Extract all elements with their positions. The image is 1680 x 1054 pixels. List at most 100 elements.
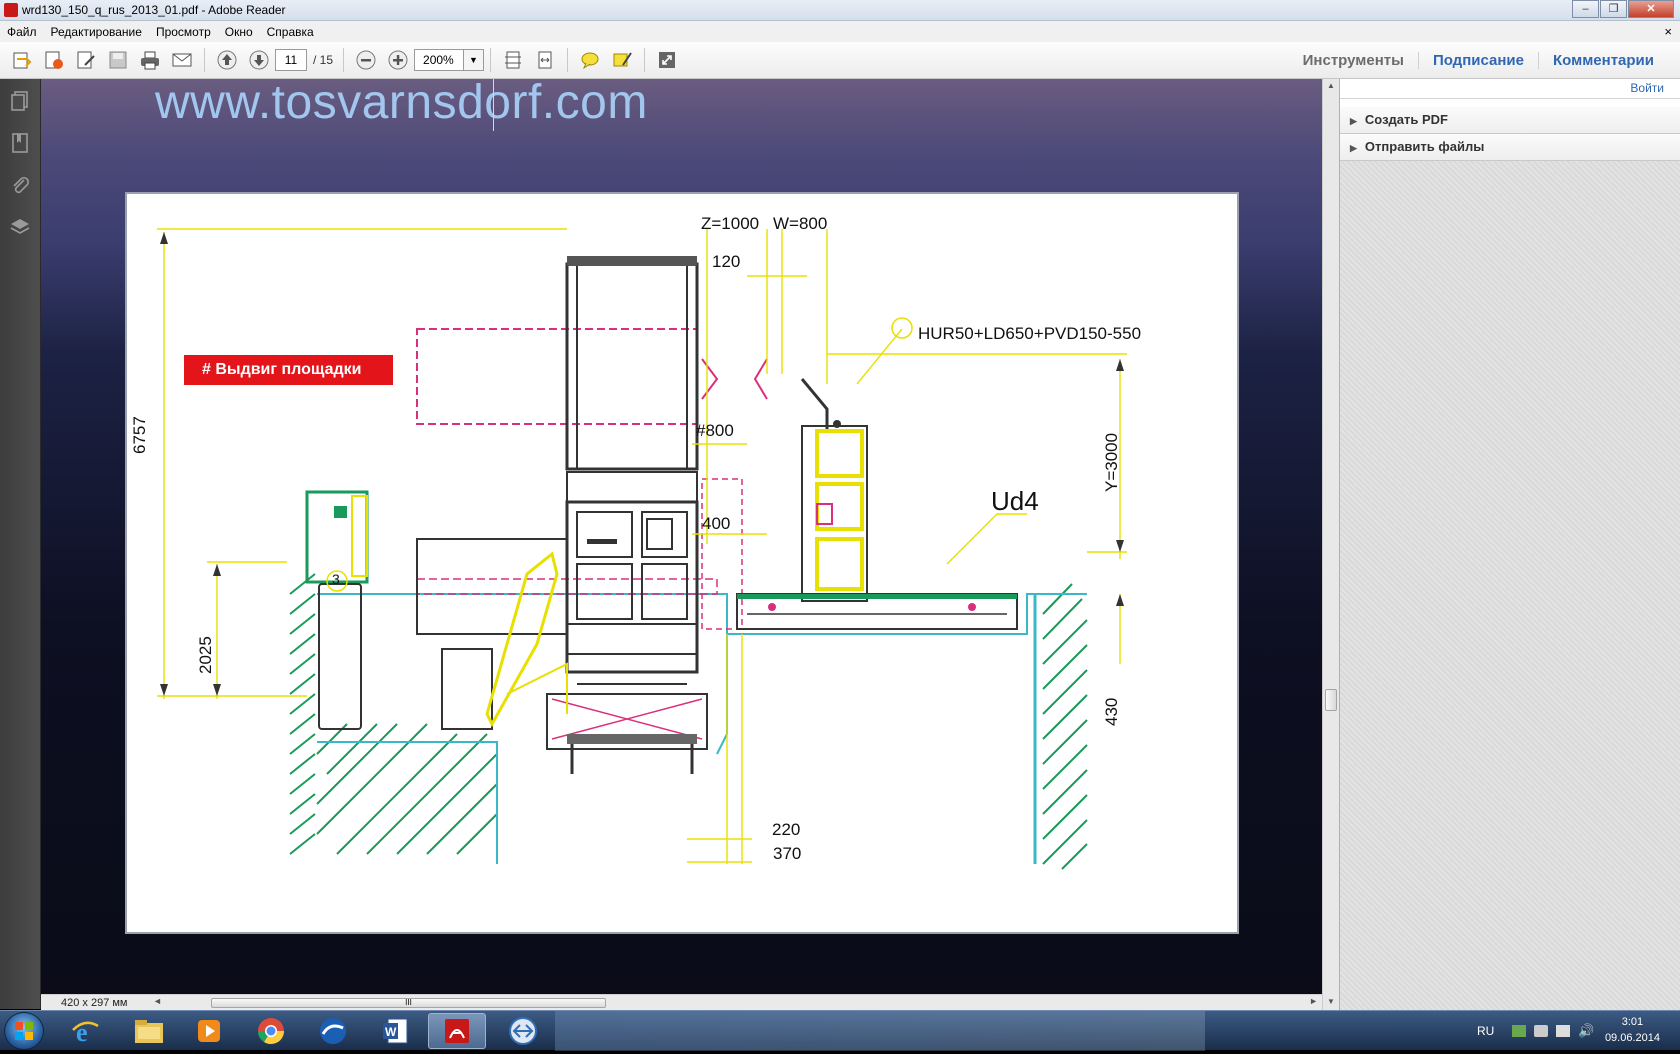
menu-file[interactable]: Файл (0, 25, 44, 39)
login-link[interactable]: Войти (1340, 79, 1680, 99)
envelope-icon (172, 53, 192, 67)
close-document-button[interactable]: × (1664, 24, 1672, 39)
text-cursor (493, 79, 494, 131)
zoom-dropdown-button[interactable]: ▼ (464, 49, 485, 71)
word-icon: W (383, 1018, 408, 1044)
edit-pdf-icon (77, 51, 95, 69)
fit-width-button[interactable] (531, 46, 559, 74)
sign-link[interactable]: Подписание (1417, 52, 1538, 69)
header-url-text: www.tosvarnsdorf.com (155, 79, 648, 129)
volume-icon[interactable]: 🔊 (1578, 1023, 1594, 1039)
fit-page-button[interactable] (499, 46, 527, 74)
minimize-button[interactable]: – (1572, 0, 1599, 18)
machine-column (565, 256, 699, 685)
send-files-section[interactable]: ▶ Отправить файлы (1340, 134, 1680, 161)
save-button[interactable] (104, 46, 132, 74)
horizontal-scroll-thumb[interactable]: III (211, 998, 606, 1008)
taskbar-teamviewer[interactable] (494, 1013, 552, 1049)
taskbar-background-window (555, 1011, 1205, 1051)
tools-link[interactable]: Инструменты (1289, 52, 1418, 69)
open-button[interactable] (8, 46, 36, 74)
menu-help[interactable]: Справка (260, 25, 321, 39)
previous-page-button[interactable] (213, 46, 241, 74)
pages-icon[interactable] (8, 89, 32, 113)
taskbar-file-explorer[interactable] (120, 1013, 178, 1049)
chrome-icon (257, 1018, 285, 1045)
taskbar-adobe-reader[interactable] (428, 1013, 486, 1049)
taskbar-app-blue[interactable] (304, 1013, 362, 1049)
taskbar-media-player[interactable] (180, 1013, 238, 1049)
taskbar-chrome[interactable] (242, 1013, 300, 1049)
dim-2025: 2025 (196, 636, 215, 674)
highlighter-icon (613, 52, 632, 67)
highlight-button[interactable] (608, 46, 636, 74)
taskbar-word[interactable]: W (366, 1013, 424, 1049)
ground-hatch-right (1033, 583, 1088, 870)
menu-edit[interactable]: Редактирование (44, 25, 149, 39)
next-page-button[interactable] (245, 46, 273, 74)
toolbar-divider (567, 48, 569, 72)
add-comment-button[interactable] (576, 46, 604, 74)
machine-base (416, 538, 708, 774)
menu-window[interactable]: Окно (218, 25, 260, 39)
scroll-down-arrow-icon[interactable]: ▼ (1327, 997, 1335, 1006)
language-indicator[interactable]: RU (1477, 1024, 1494, 1038)
adobe-reader-icon (445, 1019, 469, 1043)
window-title: wrd130_150_q_rus_2013_01.pdf - Adobe Rea… (22, 3, 286, 17)
dimension-arrows (160, 232, 1124, 696)
main-toolbar: 11 / 15 200% ▼ Инструменты Подписание Ко… (0, 42, 1680, 79)
windows-logo-icon (15, 1022, 33, 1040)
expand-triangle-icon: ▶ (1350, 143, 1357, 153)
bookmarks-icon[interactable] (8, 131, 32, 155)
create-pdf-label: Создать PDF (1364, 112, 1448, 127)
menu-view[interactable]: Просмотр (149, 25, 218, 39)
toolbar-divider (204, 48, 205, 72)
edit-pdf-button[interactable] (72, 46, 100, 74)
action-center-flag-icon[interactable] (1556, 1025, 1571, 1037)
close-button[interactable]: ✕ (1628, 0, 1674, 18)
vertical-scrollbar[interactable]: ▲ ▼ (1322, 79, 1339, 1010)
expand-triangle-icon: ▶ (1350, 116, 1357, 126)
dim-800: #800 (696, 421, 734, 440)
dim-6757: 6757 (130, 416, 149, 454)
comments-link[interactable]: Комментарии (1537, 52, 1668, 69)
window-controls: – ❐ ✕ (1571, 0, 1674, 18)
zoom-in-button[interactable] (384, 46, 412, 74)
zoom-out-button[interactable] (352, 46, 380, 74)
start-button[interactable] (4, 1012, 44, 1050)
zoom-level-input[interactable]: 200% (414, 49, 465, 71)
dim-120: 120 (712, 252, 741, 271)
scroll-left-arrow-icon[interactable]: ◄ (153, 996, 162, 1006)
pdf-app-icon (4, 3, 18, 17)
media-player-icon (198, 1020, 220, 1042)
dim-370: 370 (773, 844, 802, 863)
create-pdf-button[interactable] (40, 46, 68, 74)
page-total: / 15 (313, 53, 334, 67)
page-number-input[interactable]: 11 (275, 49, 307, 71)
vertical-scroll-thumb[interactable] (1325, 689, 1337, 711)
document-viewport[interactable]: www.tosvarnsdorf.com # Выдвиг площадки Z… (41, 79, 1322, 994)
scroll-right-arrow-icon[interactable]: ► (1309, 996, 1318, 1006)
open-icon (13, 52, 32, 69)
create-pdf-section[interactable]: ▶ Создать PDF (1340, 107, 1680, 134)
arrow-down-icon (249, 50, 269, 70)
network-icon[interactable] (1534, 1025, 1549, 1037)
toolbar-divider (343, 48, 345, 72)
tray-app-icon[interactable] (1512, 1025, 1527, 1037)
maximize-button[interactable]: ❐ (1600, 0, 1627, 18)
full-screen-button[interactable] (653, 46, 681, 74)
teamviewer-icon (509, 1017, 537, 1045)
horizontal-scrollbar[interactable]: 420 x 297 мм ◄ III ► (41, 994, 1322, 1010)
attachments-icon[interactable] (8, 173, 32, 197)
print-button[interactable] (136, 46, 164, 74)
label-ud4: Ud4 (991, 486, 1039, 516)
scroll-up-arrow-icon[interactable]: ▲ (1327, 81, 1335, 90)
clock[interactable]: 3:01 09.06.2014 (1605, 1014, 1660, 1046)
head-callout-circle (891, 317, 913, 339)
internet-explorer-icon: e (72, 1018, 99, 1046)
taskbar-internet-explorer[interactable]: e (56, 1013, 114, 1049)
email-button[interactable] (168, 46, 196, 74)
layers-icon[interactable] (8, 215, 32, 239)
dim-head-spec: HUR50+LD650+PVD150-550 (918, 324, 1142, 343)
panel-links: Инструменты Подписание Комментарии (1289, 42, 1668, 79)
